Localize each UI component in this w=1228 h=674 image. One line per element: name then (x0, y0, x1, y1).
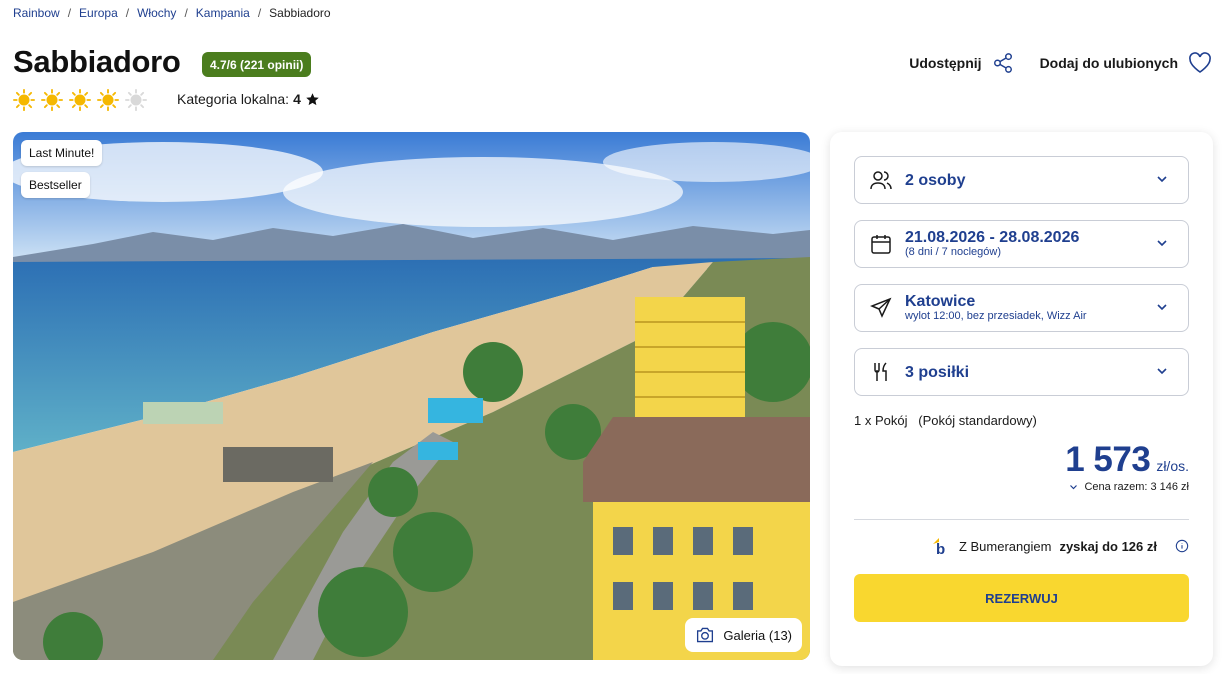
sun-icon (13, 89, 35, 111)
cutlery-icon (874, 362, 887, 381)
rating-badge[interactable]: 4.7/6 (221 opinii) (202, 52, 312, 77)
chevron-down-icon (1157, 304, 1167, 311)
hotel-photo[interactable]: Last Minute! Bestseller Galeria (13) (13, 132, 810, 660)
price: 1 573 zł/os. (1065, 440, 1189, 479)
breadcrumb-link[interactable]: Europa (79, 6, 118, 20)
plane-icon (870, 297, 892, 318)
calendar-icon (871, 235, 891, 254)
hotel-photo-image (13, 132, 810, 660)
room-info: 1 x Pokój (Pokój standardowy) (854, 413, 1037, 428)
sun-icon (69, 89, 91, 111)
meals-select[interactable]: 3 posiłki (854, 348, 1189, 396)
info-icon[interactable] (1175, 539, 1189, 553)
breadcrumb-current: Sabbiadoro (269, 6, 331, 20)
page-title: Sabbiadoro (13, 44, 181, 79)
favorite-button[interactable]: Dodaj do ulubionych (1040, 52, 1212, 74)
last-minute-tag: Last Minute! (21, 140, 103, 166)
divider (854, 519, 1189, 520)
breadcrumb-link[interactable]: Rainbow (13, 6, 60, 20)
camera-icon (697, 627, 714, 643)
svg-text:b: b (936, 541, 945, 556)
booking-panel: 2 osoby 21.08.2026 - 28.08.2026 (8 dni /… (830, 132, 1213, 666)
chevron-down-icon (1157, 176, 1167, 183)
share-button[interactable]: Udostępnij (909, 52, 1013, 74)
chevron-down-icon (1070, 485, 1078, 490)
boomerang-info: b Z Bumerangiem zyskaj do 126 zł (931, 536, 1189, 556)
chevron-down-icon (1157, 240, 1167, 247)
boomerang-logo-icon: b (932, 538, 945, 556)
gallery-button[interactable]: Galeria (13) (685, 618, 802, 652)
share-icon (993, 53, 1012, 73)
local-category: Kategoria lokalna: 4 (177, 91, 320, 107)
persons-select[interactable]: 2 osoby (854, 156, 1189, 204)
heart-icon (1189, 52, 1211, 73)
sun-icon (97, 89, 119, 111)
sun-empty-icon (125, 89, 147, 111)
reserve-button[interactable]: REZERWUJ (854, 574, 1189, 622)
total-price[interactable]: Cena razem: 3 146 zł (1069, 481, 1189, 493)
chevron-down-icon (1157, 368, 1167, 375)
departure-select[interactable]: Katowice wylot 12:00, bez przesiadek, Wi… (854, 284, 1189, 332)
sun-icon (41, 89, 63, 111)
breadcrumb-link[interactable]: Włochy (137, 6, 176, 20)
star-icon (306, 92, 319, 105)
bestseller-tag: Bestseller (21, 172, 90, 198)
breadcrumb-link[interactable]: Kampania (196, 6, 250, 20)
dates-select[interactable]: 21.08.2026 - 28.08.2026 (8 dni / 7 nocle… (854, 220, 1189, 268)
sun-rating (13, 89, 147, 111)
breadcrumb: Rainbow / Europa / Włochy / Kampania / Sabbi… (13, 6, 331, 20)
persons-icon (870, 171, 892, 190)
